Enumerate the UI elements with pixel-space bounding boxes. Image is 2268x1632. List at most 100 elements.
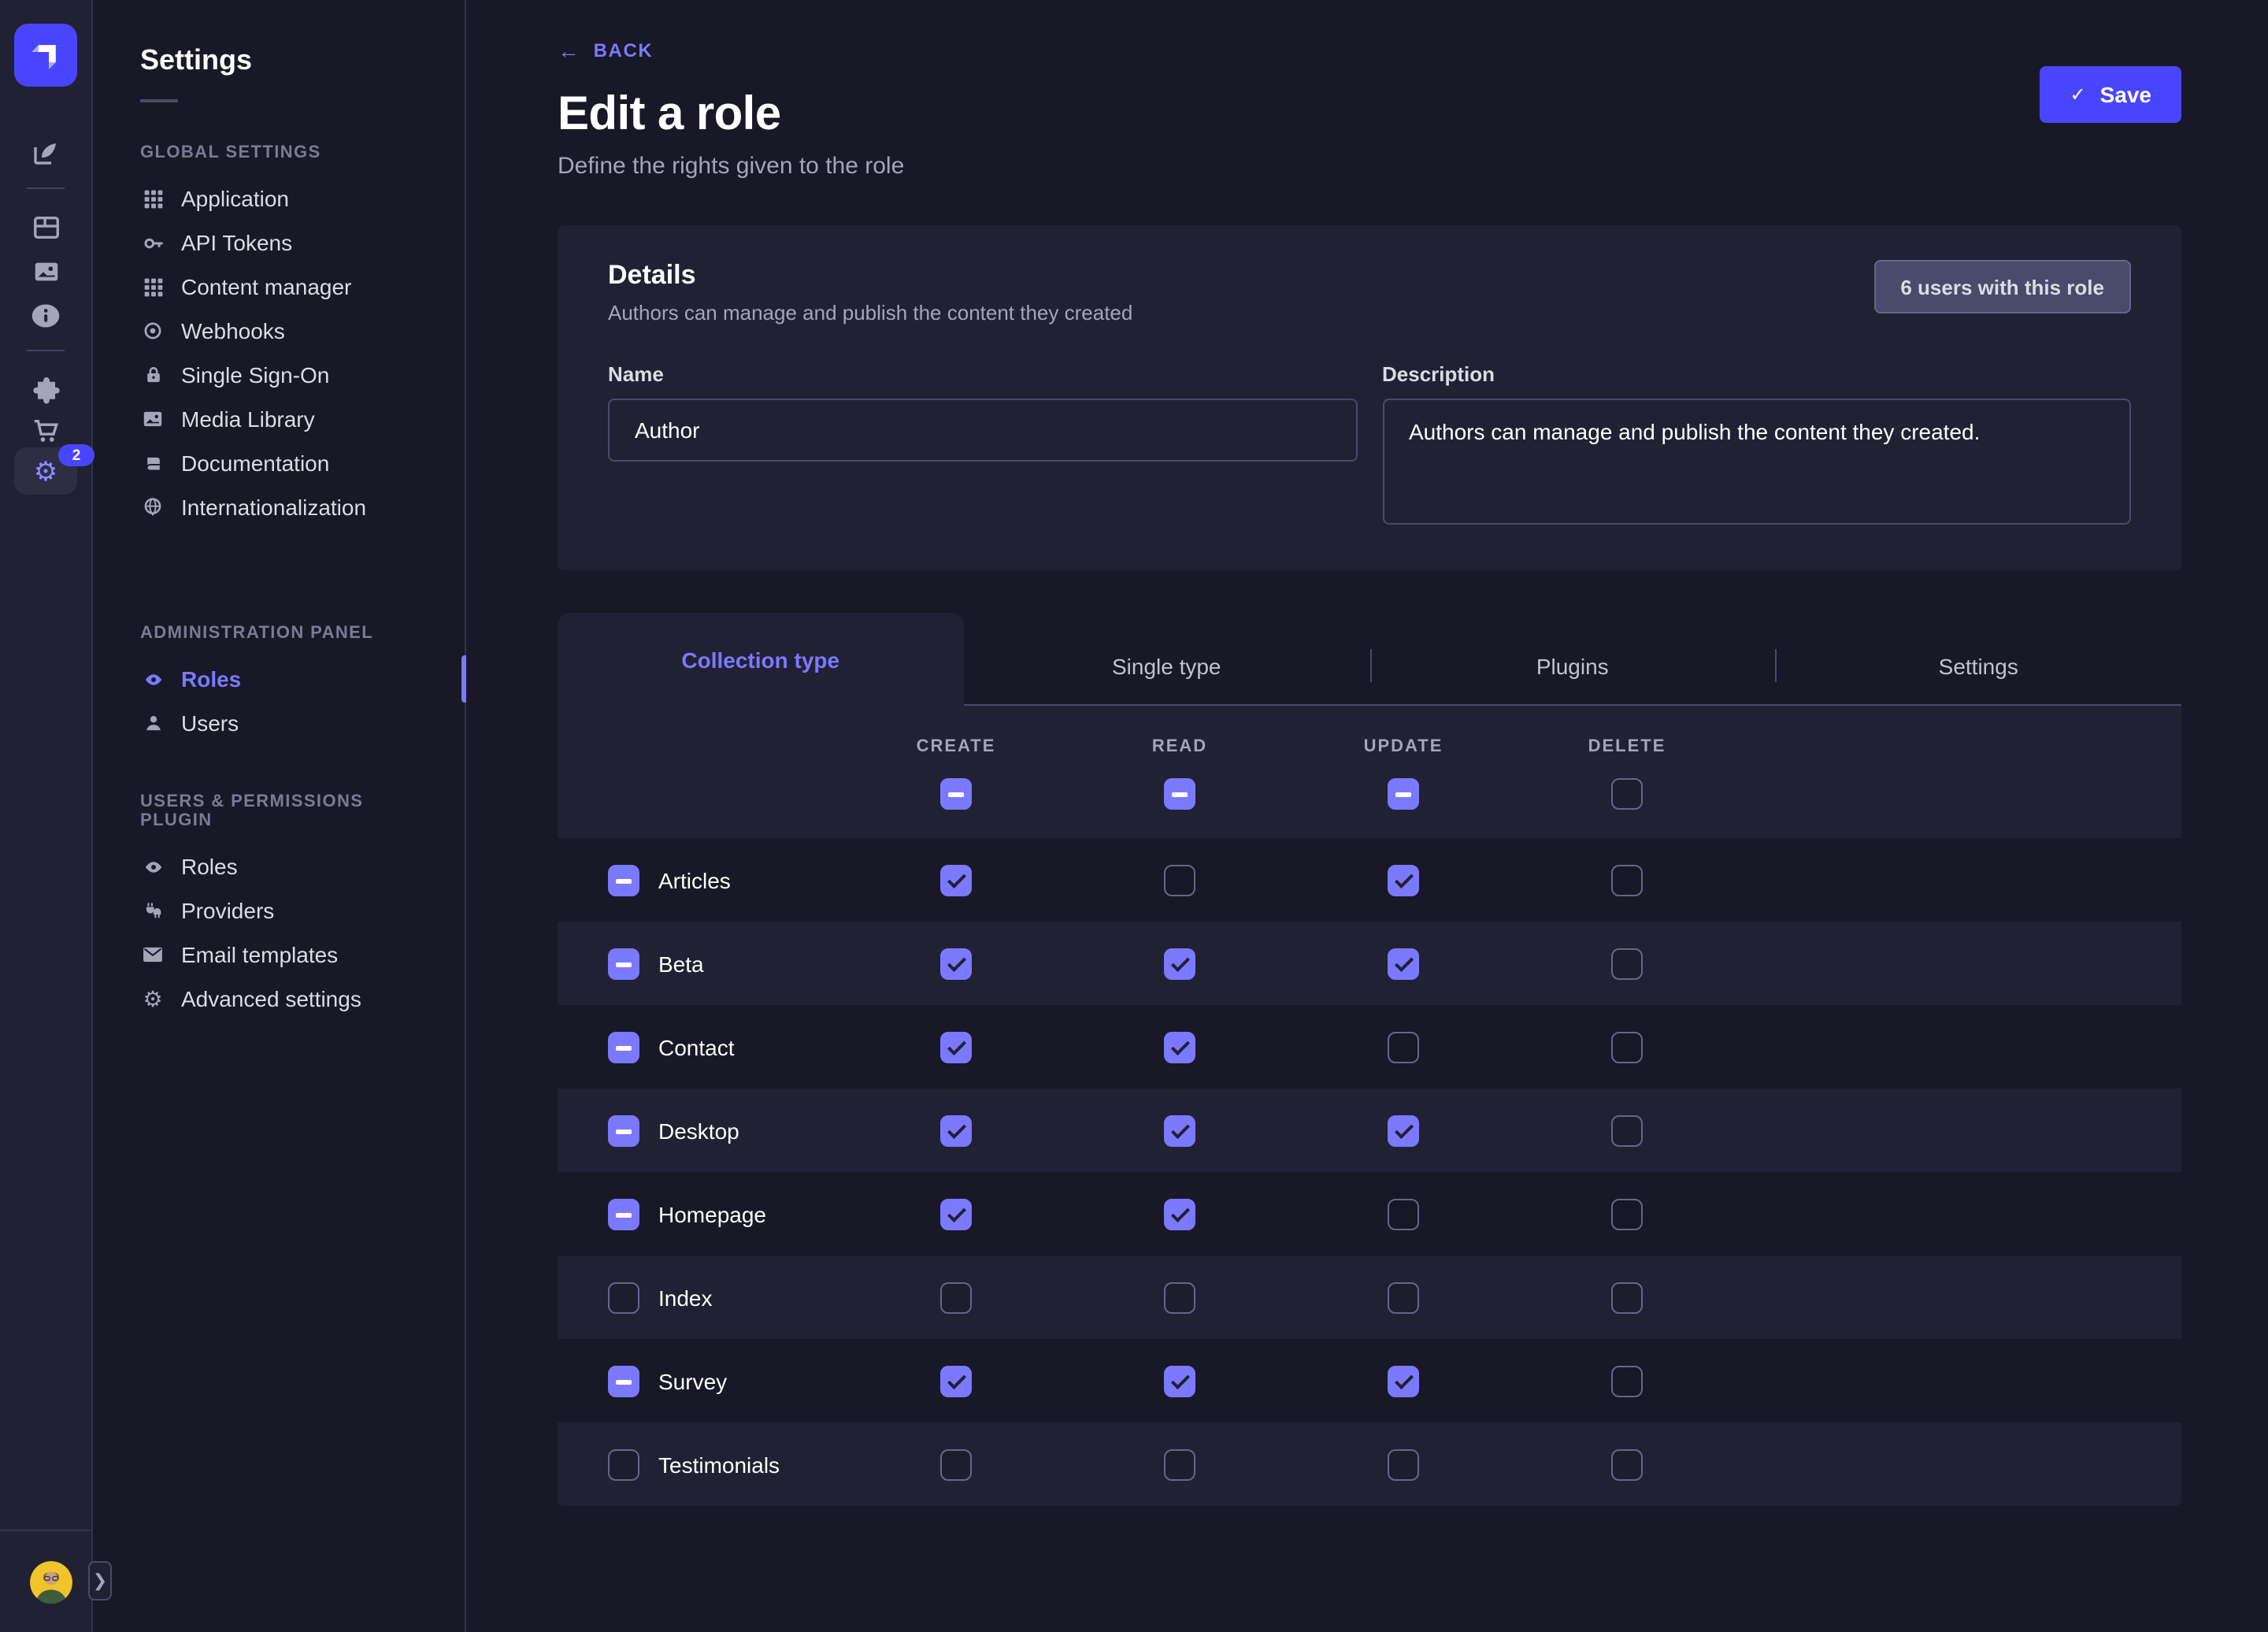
read-checkbox[interactable]	[1164, 1198, 1195, 1230]
update-checkbox[interactable]	[1388, 1115, 1419, 1146]
subnav-item-label: Roles	[181, 854, 238, 879]
permission-cell	[1292, 864, 1515, 896]
strapi-logo[interactable]	[14, 24, 77, 87]
description-input[interactable]: Authors can manage and publish the conte…	[1382, 399, 2131, 525]
eye-icon	[140, 666, 165, 692]
select-all-delete-checkbox[interactable]	[1611, 778, 1643, 810]
delete-checkbox[interactable]	[1611, 948, 1643, 979]
subnav-item-media-library[interactable]: Media Library	[93, 397, 465, 441]
subnav-item-providers[interactable]: Providers	[93, 888, 465, 933]
plugins-puzzle-icon[interactable]	[14, 367, 77, 411]
subnav-item-content-manager[interactable]: Content manager	[93, 265, 465, 309]
tab-collection-type[interactable]: Collection type	[558, 613, 964, 706]
page-subtitle: Define the rights given to the role	[558, 153, 2181, 180]
subnav-item-roles[interactable]: Roles	[93, 657, 465, 701]
create-checkbox[interactable]	[940, 948, 972, 979]
create-checkbox[interactable]	[940, 1198, 972, 1230]
content-type-label: Beta	[658, 951, 704, 976]
read-checkbox[interactable]	[1164, 1281, 1195, 1313]
subnav-item-api-tokens[interactable]: API Tokens	[93, 221, 465, 265]
update-checkbox[interactable]	[1388, 1448, 1419, 1480]
delete-checkbox[interactable]	[1611, 864, 1643, 896]
back-link[interactable]: ← BACK	[558, 38, 653, 63]
read-checkbox[interactable]	[1164, 864, 1195, 896]
update-checkbox[interactable]	[1388, 864, 1419, 896]
info-icon[interactable]	[14, 293, 77, 337]
tab-label: Single type	[1112, 653, 1221, 678]
subnav-item-label: Single Sign-On	[181, 362, 329, 388]
subnav-section-label: USERS & PERMISSIONS PLUGIN	[140, 792, 417, 830]
row-select-checkbox[interactable]	[608, 864, 639, 896]
row-select-checkbox[interactable]	[608, 1115, 639, 1146]
expand-nav-button[interactable]: ❯	[88, 1561, 112, 1600]
subnav-item-documentation[interactable]: Documentation	[93, 441, 465, 485]
row-select-checkbox[interactable]	[608, 1031, 639, 1063]
create-checkbox[interactable]	[940, 1365, 972, 1396]
select-all-read-checkbox[interactable]	[1164, 778, 1195, 810]
subnav-item-roles[interactable]: Roles	[93, 844, 465, 888]
back-arrow-icon: ←	[558, 38, 581, 63]
row-select-checkbox[interactable]	[608, 1281, 639, 1313]
permission-cell	[1068, 1365, 1292, 1396]
subnav-item-email-templates[interactable]: Email templates	[93, 933, 465, 977]
tab-plugins[interactable]: Plugins	[1369, 627, 1776, 706]
read-checkbox[interactable]	[1164, 948, 1195, 979]
subnav-item-users[interactable]: Users	[93, 701, 465, 745]
delete-checkbox[interactable]	[1611, 1031, 1643, 1063]
content-type-row-articles: Articles	[558, 838, 2181, 922]
delete-checkbox[interactable]	[1611, 1448, 1643, 1480]
update-checkbox[interactable]	[1388, 1281, 1419, 1313]
row-select-checkbox[interactable]	[608, 1198, 639, 1230]
tab-settings[interactable]: Settings	[1776, 627, 2182, 706]
row-select-checkbox[interactable]	[608, 948, 639, 979]
content-type-label: Desktop	[658, 1118, 739, 1143]
row-select-checkbox[interactable]	[608, 1448, 639, 1480]
strapi-logo-glyph	[28, 38, 63, 72]
content-type-row-testimonials: Testimonials	[558, 1422, 2181, 1506]
read-checkbox[interactable]	[1164, 1115, 1195, 1146]
subnav-item-label: Email templates	[181, 942, 338, 967]
select-all-update-checkbox[interactable]	[1388, 778, 1419, 810]
media-library-icon[interactable]	[14, 249, 77, 293]
create-checkbox[interactable]	[940, 864, 972, 896]
create-checkbox[interactable]	[940, 1031, 972, 1063]
select-all-create-checkbox[interactable]	[940, 778, 972, 810]
subnav-item-label: Users	[181, 710, 239, 736]
content-type-builder-layout-icon[interactable]	[14, 205, 77, 249]
subnav-item-application[interactable]: Application	[93, 176, 465, 221]
subnav-item-webhooks[interactable]: Webhooks	[93, 309, 465, 353]
create-checkbox[interactable]	[940, 1448, 972, 1480]
content-type-cell: Testimonials	[608, 1448, 844, 1480]
user-avatar[interactable]	[30, 1561, 72, 1604]
content-type-cell: Contact	[608, 1031, 844, 1063]
update-checkbox[interactable]	[1388, 948, 1419, 979]
tab-single-type[interactable]: Single type	[964, 627, 1370, 706]
update-checkbox[interactable]	[1388, 1031, 1419, 1063]
subnav-item-label: Roles	[181, 666, 241, 692]
permission-cell	[844, 1448, 1068, 1480]
delete-checkbox[interactable]	[1611, 1365, 1643, 1396]
read-checkbox[interactable]	[1164, 1365, 1195, 1396]
content-manager-edit-icon[interactable]	[14, 131, 77, 175]
subnav-item-internationalization[interactable]: Internationalization	[93, 485, 465, 529]
subnav-item-advanced-settings[interactable]: ⚙Advanced settings	[93, 977, 465, 1021]
name-input[interactable]	[608, 399, 1357, 462]
delete-checkbox[interactable]	[1611, 1281, 1643, 1313]
create-checkbox[interactable]	[940, 1281, 972, 1313]
permission-cell	[1515, 1448, 1739, 1480]
update-checkbox[interactable]	[1388, 1365, 1419, 1396]
subnav-item-label: Advanced settings	[181, 986, 361, 1011]
delete-checkbox[interactable]	[1611, 1198, 1643, 1230]
subnav-sections: GLOBAL SETTINGSApplicationAPI TokensCont…	[93, 143, 465, 1021]
row-select-checkbox[interactable]	[608, 1365, 639, 1396]
subnav-item-single-sign-on[interactable]: Single Sign-On	[93, 353, 465, 397]
subnav-item-label: Application	[181, 186, 289, 211]
delete-checkbox[interactable]	[1611, 1115, 1643, 1146]
read-checkbox[interactable]	[1164, 1448, 1195, 1480]
create-checkbox[interactable]	[940, 1115, 972, 1146]
content-type-row-contact: Contact	[558, 1005, 2181, 1089]
save-button[interactable]: ✓ Save	[2040, 66, 2181, 123]
update-checkbox[interactable]	[1388, 1198, 1419, 1230]
read-checkbox[interactable]	[1164, 1031, 1195, 1063]
subnav-title-divider	[140, 99, 178, 102]
